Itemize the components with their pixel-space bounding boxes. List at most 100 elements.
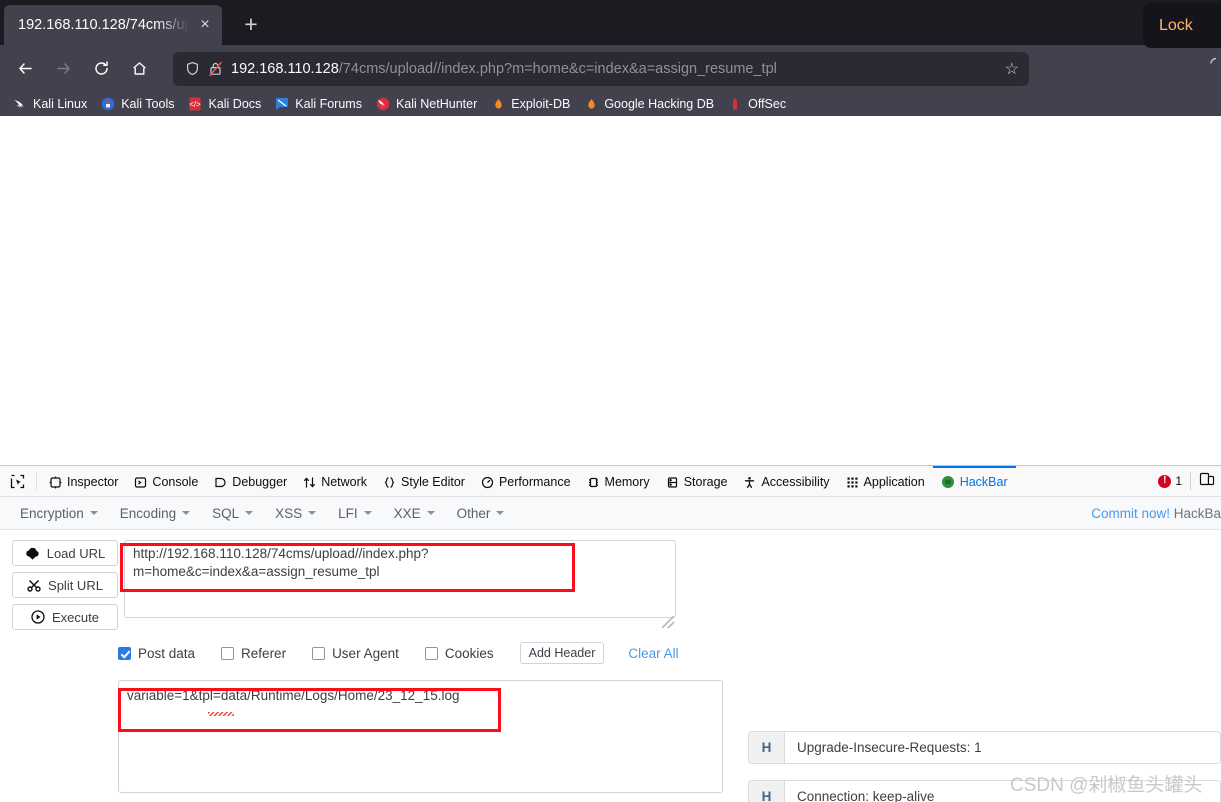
- menu-label: Encoding: [119, 505, 177, 521]
- bookmark-google-hacking-db[interactable]: Google Hacking DB: [579, 96, 723, 112]
- kali-nethunter-icon: [375, 96, 391, 112]
- inspector-icon: [49, 476, 62, 489]
- offsec-icon: [727, 96, 743, 112]
- tab-performance[interactable]: Performance: [473, 466, 579, 496]
- split-url-button[interactable]: Split URL: [12, 572, 118, 598]
- menu-label: XXE: [393, 505, 421, 521]
- menu-label: LFI: [338, 505, 358, 521]
- tab-label: Console: [152, 475, 199, 489]
- commit-link[interactable]: Commit now!: [1091, 506, 1170, 521]
- url-bar[interactable]: 192.168.110.128/74cms/upload//index.php?…: [173, 51, 1029, 86]
- devtools-panel: Inspector Console Debugger Network Style…: [0, 465, 1221, 802]
- lock-panel[interactable]: Lock: [1143, 3, 1221, 48]
- tab-inspector[interactable]: Inspector: [41, 466, 126, 496]
- bookmark-label: Kali Tools: [121, 97, 175, 111]
- bookmark-kali-nethunter[interactable]: Kali NetHunter: [371, 96, 486, 112]
- browser-tab[interactable]: 192.168.110.128/74cms/uploa ×: [4, 5, 222, 45]
- resize-grip-icon[interactable]: [662, 616, 674, 628]
- bookmark-kali-forums[interactable]: Kali Forums: [270, 96, 371, 112]
- checkbox-box[interactable]: [424, 646, 438, 660]
- cloud-download-icon: [25, 547, 40, 560]
- style-editor-icon: [383, 476, 396, 489]
- bookmark-label: Google Hacking DB: [604, 97, 715, 111]
- page-content: [0, 116, 1221, 469]
- menu-label: Encryption: [20, 505, 84, 521]
- tab-accessibility[interactable]: Accessibility: [735, 466, 837, 496]
- bookmark-star-icon[interactable]: ☆: [1005, 59, 1019, 79]
- error-icon: !: [1158, 474, 1172, 488]
- hackbar-action-buttons: Load URL Split URL Execute: [12, 540, 118, 630]
- kali-docs-icon: </>: [187, 96, 203, 112]
- tab-console[interactable]: Console: [126, 466, 206, 496]
- execute-button[interactable]: Execute: [12, 604, 118, 630]
- bookmark-kali-linux[interactable]: Kali Linux: [8, 96, 96, 112]
- commit-suffix: HackBa: [1169, 505, 1221, 521]
- menu-encoding[interactable]: Encoding: [110, 502, 202, 525]
- bookmark-exploit-db[interactable]: Exploit-DB: [486, 96, 579, 112]
- navigation-bar: 192.168.110.128/74cms/upload//index.php?…: [0, 45, 1221, 92]
- menu-lfi[interactable]: LFI: [328, 502, 384, 525]
- url-host: 192.168.110.128: [231, 60, 339, 77]
- bookmark-offsec[interactable]: OffSec: [723, 96, 795, 112]
- close-icon[interactable]: ×: [196, 17, 214, 33]
- play-icon: [31, 610, 45, 624]
- menu-xxe[interactable]: XXE: [384, 502, 447, 525]
- bookmark-label: Kali Docs: [208, 97, 262, 111]
- tab-storage[interactable]: Storage: [658, 466, 736, 496]
- menu-other[interactable]: Other: [447, 502, 517, 525]
- bookmark-label: Kali NetHunter: [395, 97, 478, 111]
- checkbox-box[interactable]: [118, 646, 131, 660]
- checkbox-user-agent[interactable]: User Agent: [312, 646, 399, 661]
- header-row[interactable]: H Upgrade-Insecure-Requests: 1: [748, 731, 1221, 764]
- overflow-icon[interactable]: [1203, 55, 1219, 76]
- back-arrow-icon[interactable]: [8, 53, 42, 85]
- toolbar-divider: [36, 472, 37, 490]
- bookmarks-bar: Kali Linux Kali Tools </> Kali Docs Kali…: [0, 92, 1221, 116]
- new-tab-button[interactable]: +: [236, 13, 266, 36]
- menu-encryption[interactable]: Encryption: [10, 502, 110, 525]
- tab-style-editor[interactable]: Style Editor: [375, 466, 473, 496]
- tab-network[interactable]: Network: [295, 466, 375, 496]
- error-badge[interactable]: ! 1: [1158, 474, 1182, 488]
- clear-all-link[interactable]: Clear All: [628, 646, 678, 661]
- shield-icon[interactable]: [185, 61, 200, 76]
- add-header-button[interactable]: Add Header: [519, 642, 605, 664]
- responsive-design-mode-icon[interactable]: [1199, 471, 1215, 492]
- post-data-input[interactable]: [118, 680, 723, 793]
- checkbox-label: User Agent: [332, 645, 399, 661]
- checkbox-cookies[interactable]: Cookies: [424, 645, 494, 661]
- checkbox-label: Cookies: [444, 645, 494, 661]
- tab-application[interactable]: Application: [838, 466, 933, 496]
- url-input[interactable]: [124, 540, 676, 618]
- console-icon: [134, 476, 147, 489]
- tab-label: Style Editor: [401, 475, 465, 489]
- menu-sql[interactable]: SQL: [202, 502, 265, 525]
- svg-text:</>: </>: [190, 100, 202, 109]
- home-icon[interactable]: [122, 53, 156, 85]
- insecure-lock-icon[interactable]: [208, 61, 223, 77]
- url-text[interactable]: 192.168.110.128/74cms/upload//index.php?…: [231, 61, 997, 77]
- tab-label: Application: [863, 475, 925, 489]
- reload-icon[interactable]: [84, 53, 118, 85]
- checkbox-post-data[interactable]: Post data: [118, 646, 195, 661]
- menu-xss[interactable]: XSS: [265, 502, 328, 525]
- tab-hackbar[interactable]: HackBar: [932, 466, 1016, 496]
- bookmark-kali-docs[interactable]: </> Kali Docs: [183, 96, 270, 112]
- checkbox-box[interactable]: [312, 646, 326, 660]
- accessibility-icon: [743, 476, 756, 489]
- load-url-button[interactable]: Load URL: [12, 540, 118, 566]
- checkbox-box[interactable]: [221, 646, 235, 660]
- bookmark-kali-tools[interactable]: Kali Tools: [96, 96, 183, 112]
- tab-memory[interactable]: Memory: [579, 466, 658, 496]
- forward-arrow-icon[interactable]: [46, 53, 80, 85]
- tab-debugger[interactable]: Debugger: [206, 466, 295, 496]
- checkbox-referer[interactable]: Referer: [221, 646, 286, 661]
- devtools-toolbar: Inspector Console Debugger Network Style…: [0, 466, 1221, 497]
- element-picker-icon[interactable]: [2, 466, 32, 496]
- menu-label: SQL: [212, 505, 240, 521]
- watermark: CSDN @剁椒鱼头罐头: [1010, 775, 1203, 796]
- hackbar-url-row: Load URL Split URL Execute: [0, 540, 1221, 630]
- tab-label: HackBar: [959, 475, 1008, 489]
- header-value[interactable]: Upgrade-Insecure-Requests: 1: [785, 732, 1220, 763]
- tab-label: Network: [321, 475, 368, 489]
